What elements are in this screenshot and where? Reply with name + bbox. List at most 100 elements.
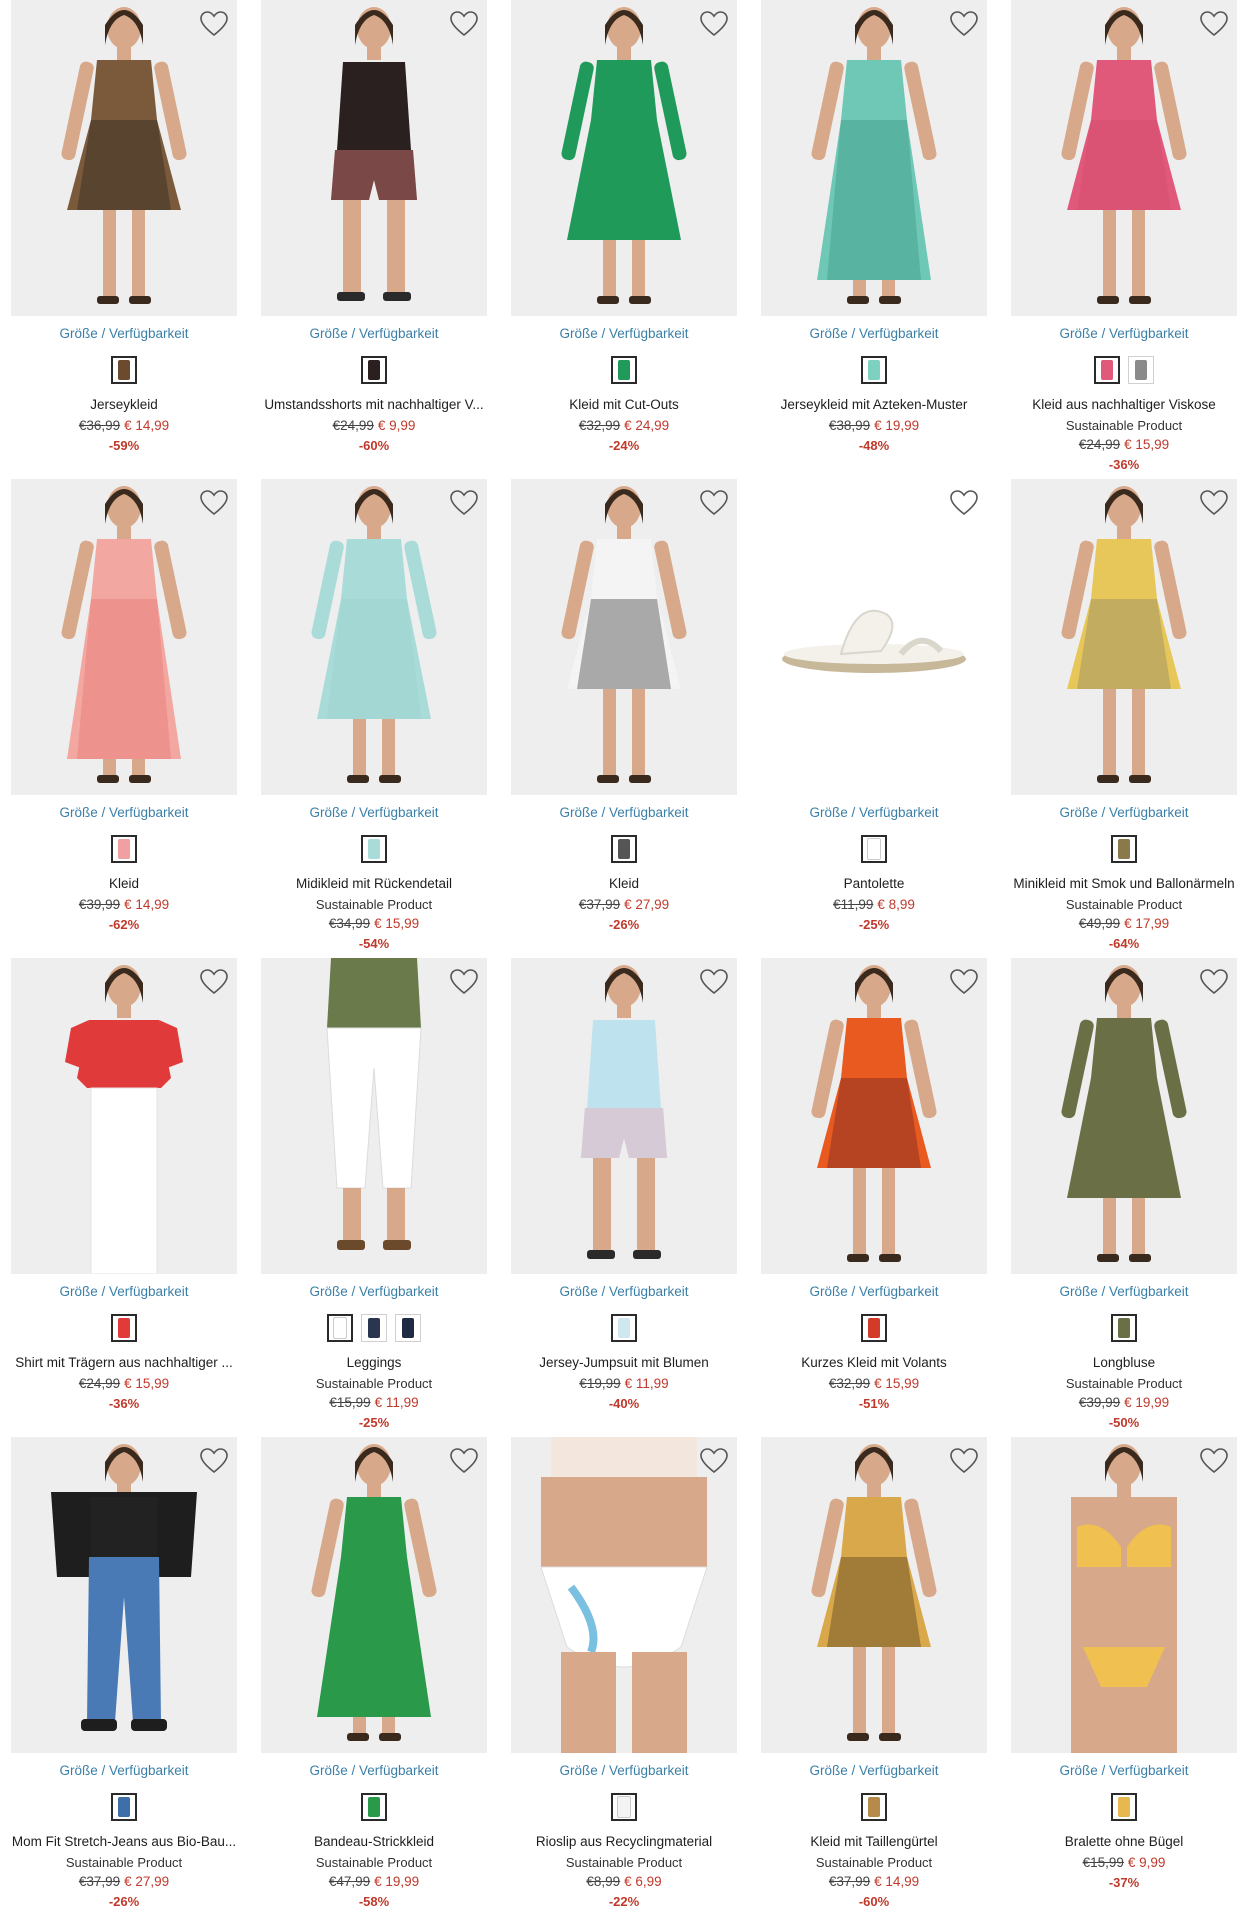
size-availability-link[interactable]: Größe / Verfügbarkeit <box>761 1284 987 1299</box>
wishlist-heart-icon[interactable] <box>1199 1446 1229 1476</box>
product-image[interactable] <box>1011 958 1237 1274</box>
size-availability-link[interactable]: Größe / Verfügbarkeit <box>11 805 237 820</box>
size-availability-link[interactable]: Größe / Verfügbarkeit <box>261 1763 487 1778</box>
size-availability-link[interactable]: Größe / Verfügbarkeit <box>1011 1284 1237 1299</box>
product-image[interactable] <box>11 479 237 795</box>
product-card[interactable]: Größe / Verfügbarkeit Kleid mit Taillengü… <box>761 1437 987 1909</box>
wishlist-heart-icon[interactable] <box>949 967 979 997</box>
product-image[interactable] <box>1011 1437 1237 1753</box>
wishlist-heart-icon[interactable] <box>699 967 729 997</box>
product-name[interactable]: Mom Fit Stretch-Jeans aus Bio-Bau... <box>11 1834 237 1849</box>
product-card[interactable]: Größe / Verfügbarkeit Kleid mit Cut-Outs €… <box>511 0 737 470</box>
product-card[interactable]: Größe / Verfügbarkeit Leggings Sustainable… <box>261 958 487 1430</box>
product-card[interactable]: Größe / Verfügbarkeit Jerseykleid mit Azt… <box>761 0 987 470</box>
color-swatch[interactable] <box>361 356 387 384</box>
product-name[interactable]: Bralette ohne Bügel <box>1011 1834 1237 1849</box>
product-image[interactable] <box>761 0 987 316</box>
product-name[interactable]: Umstandsshorts mit nachhaltiger V... <box>261 397 487 412</box>
product-name[interactable]: Kleid mit Taillengürtel <box>761 1834 987 1849</box>
product-name[interactable]: Kleid mit Cut-Outs <box>511 397 737 412</box>
wishlist-heart-icon[interactable] <box>199 9 229 39</box>
size-availability-link[interactable]: Größe / Verfügbarkeit <box>11 326 237 341</box>
product-name[interactable]: Jersey-Jumpsuit mit Blumen <box>511 1355 737 1370</box>
product-card[interactable]: Größe / Verfügbarkeit Bandeau-Strickkleid… <box>261 1437 487 1909</box>
color-swatch[interactable] <box>611 1314 637 1342</box>
product-card[interactable]: Größe / Verfügbarkeit Rioslip aus Recycli… <box>511 1437 737 1909</box>
product-card[interactable]: Größe / Verfügbarkeit Midikleid mit Rücke… <box>261 479 487 951</box>
product-image[interactable] <box>11 958 237 1274</box>
color-swatch[interactable] <box>111 835 137 863</box>
size-availability-link[interactable]: Größe / Verfügbarkeit <box>511 805 737 820</box>
product-image[interactable] <box>11 0 237 316</box>
color-swatch[interactable] <box>611 835 637 863</box>
wishlist-heart-icon[interactable] <box>1199 488 1229 518</box>
product-card[interactable]: Größe / Verfügbarkeit Shirt mit Trägern a… <box>11 958 237 1428</box>
color-swatch[interactable] <box>861 835 887 863</box>
color-swatch[interactable] <box>1094 356 1120 384</box>
product-image[interactable] <box>511 958 737 1274</box>
product-card[interactable]: Größe / Verfügbarkeit Jerseykleid €36,99 € … <box>11 0 237 470</box>
color-swatch[interactable] <box>111 356 137 384</box>
product-card[interactable]: Größe / Verfügbarkeit Pantolette €11,99 € 8… <box>761 479 987 949</box>
product-card[interactable]: Größe / Verfügbarkeit Kleid €37,99 € 27,99 -… <box>511 479 737 949</box>
wishlist-heart-icon[interactable] <box>449 1446 479 1476</box>
product-image[interactable] <box>761 479 987 795</box>
size-availability-link[interactable]: Größe / Verfügbarkeit <box>511 326 737 341</box>
color-swatch[interactable] <box>861 1314 887 1342</box>
color-swatch[interactable] <box>111 1793 137 1821</box>
color-swatch[interactable] <box>1111 835 1137 863</box>
product-name[interactable]: Midikleid mit Rückendetail <box>261 876 487 891</box>
size-availability-link[interactable]: Größe / Verfügbarkeit <box>761 1763 987 1778</box>
product-card[interactable]: Größe / Verfügbarkeit Kurzes Kleid mit Vo… <box>761 958 987 1428</box>
color-swatch[interactable] <box>361 1314 387 1342</box>
product-name[interactable]: Rioslip aus Recyclingmaterial <box>511 1834 737 1849</box>
size-availability-link[interactable]: Größe / Verfügbarkeit <box>761 326 987 341</box>
wishlist-heart-icon[interactable] <box>1199 967 1229 997</box>
color-swatch[interactable] <box>1128 356 1154 384</box>
product-name[interactable]: Bandeau-Strickkleid <box>261 1834 487 1849</box>
product-name[interactable]: Kleid aus nachhaltiger Viskose <box>1011 397 1237 412</box>
product-image[interactable] <box>261 479 487 795</box>
size-availability-link[interactable]: Größe / Verfügbarkeit <box>1011 805 1237 820</box>
product-name[interactable]: Kurzes Kleid mit Volants <box>761 1355 987 1370</box>
wishlist-heart-icon[interactable] <box>449 9 479 39</box>
product-image[interactable] <box>261 958 487 1274</box>
wishlist-heart-icon[interactable] <box>199 1446 229 1476</box>
wishlist-heart-icon[interactable] <box>699 488 729 518</box>
product-card[interactable]: Größe / Verfügbarkeit Mom Fit Stretch-Jea… <box>11 1437 237 1909</box>
product-image[interactable] <box>511 1437 737 1753</box>
product-card[interactable]: Größe / Verfügbarkeit Longbluse Sustainabl… <box>1011 958 1237 1430</box>
wishlist-heart-icon[interactable] <box>949 488 979 518</box>
product-image[interactable] <box>511 0 737 316</box>
product-image[interactable] <box>261 0 487 316</box>
product-name[interactable]: Shirt mit Trägern aus nachhaltiger ... <box>11 1355 237 1370</box>
color-swatch[interactable] <box>1111 1793 1137 1821</box>
product-image[interactable] <box>261 1437 487 1753</box>
size-availability-link[interactable]: Größe / Verfügbarkeit <box>1011 326 1237 341</box>
size-availability-link[interactable]: Größe / Verfügbarkeit <box>11 1763 237 1778</box>
product-card[interactable]: Größe / Verfügbarkeit Minikleid mit Smok … <box>1011 479 1237 951</box>
product-name[interactable]: Kleid <box>511 876 737 891</box>
size-availability-link[interactable]: Größe / Verfügbarkeit <box>1011 1763 1237 1778</box>
wishlist-heart-icon[interactable] <box>949 1446 979 1476</box>
size-availability-link[interactable]: Größe / Verfügbarkeit <box>261 326 487 341</box>
size-availability-link[interactable]: Größe / Verfügbarkeit <box>761 805 987 820</box>
color-swatch[interactable] <box>861 356 887 384</box>
product-name[interactable]: Minikleid mit Smok und Ballonärmeln <box>1011 876 1237 891</box>
product-card[interactable]: Größe / Verfügbarkeit Kleid aus nachhalti… <box>1011 0 1237 472</box>
color-swatch[interactable] <box>361 835 387 863</box>
product-name[interactable]: Leggings <box>261 1355 487 1370</box>
product-name[interactable]: Pantolette <box>761 876 987 891</box>
product-image[interactable] <box>1011 479 1237 795</box>
product-name[interactable]: Kleid <box>11 876 237 891</box>
wishlist-heart-icon[interactable] <box>1199 9 1229 39</box>
product-image[interactable] <box>761 958 987 1274</box>
size-availability-link[interactable]: Größe / Verfügbarkeit <box>511 1763 737 1778</box>
color-swatch[interactable] <box>861 1793 887 1821</box>
color-swatch[interactable] <box>327 1314 353 1342</box>
product-name[interactable]: Longbluse <box>1011 1355 1237 1370</box>
color-swatch[interactable] <box>1111 1314 1137 1342</box>
size-availability-link[interactable]: Größe / Verfügbarkeit <box>261 805 487 820</box>
product-image[interactable] <box>1011 0 1237 316</box>
color-swatch[interactable] <box>111 1314 137 1342</box>
